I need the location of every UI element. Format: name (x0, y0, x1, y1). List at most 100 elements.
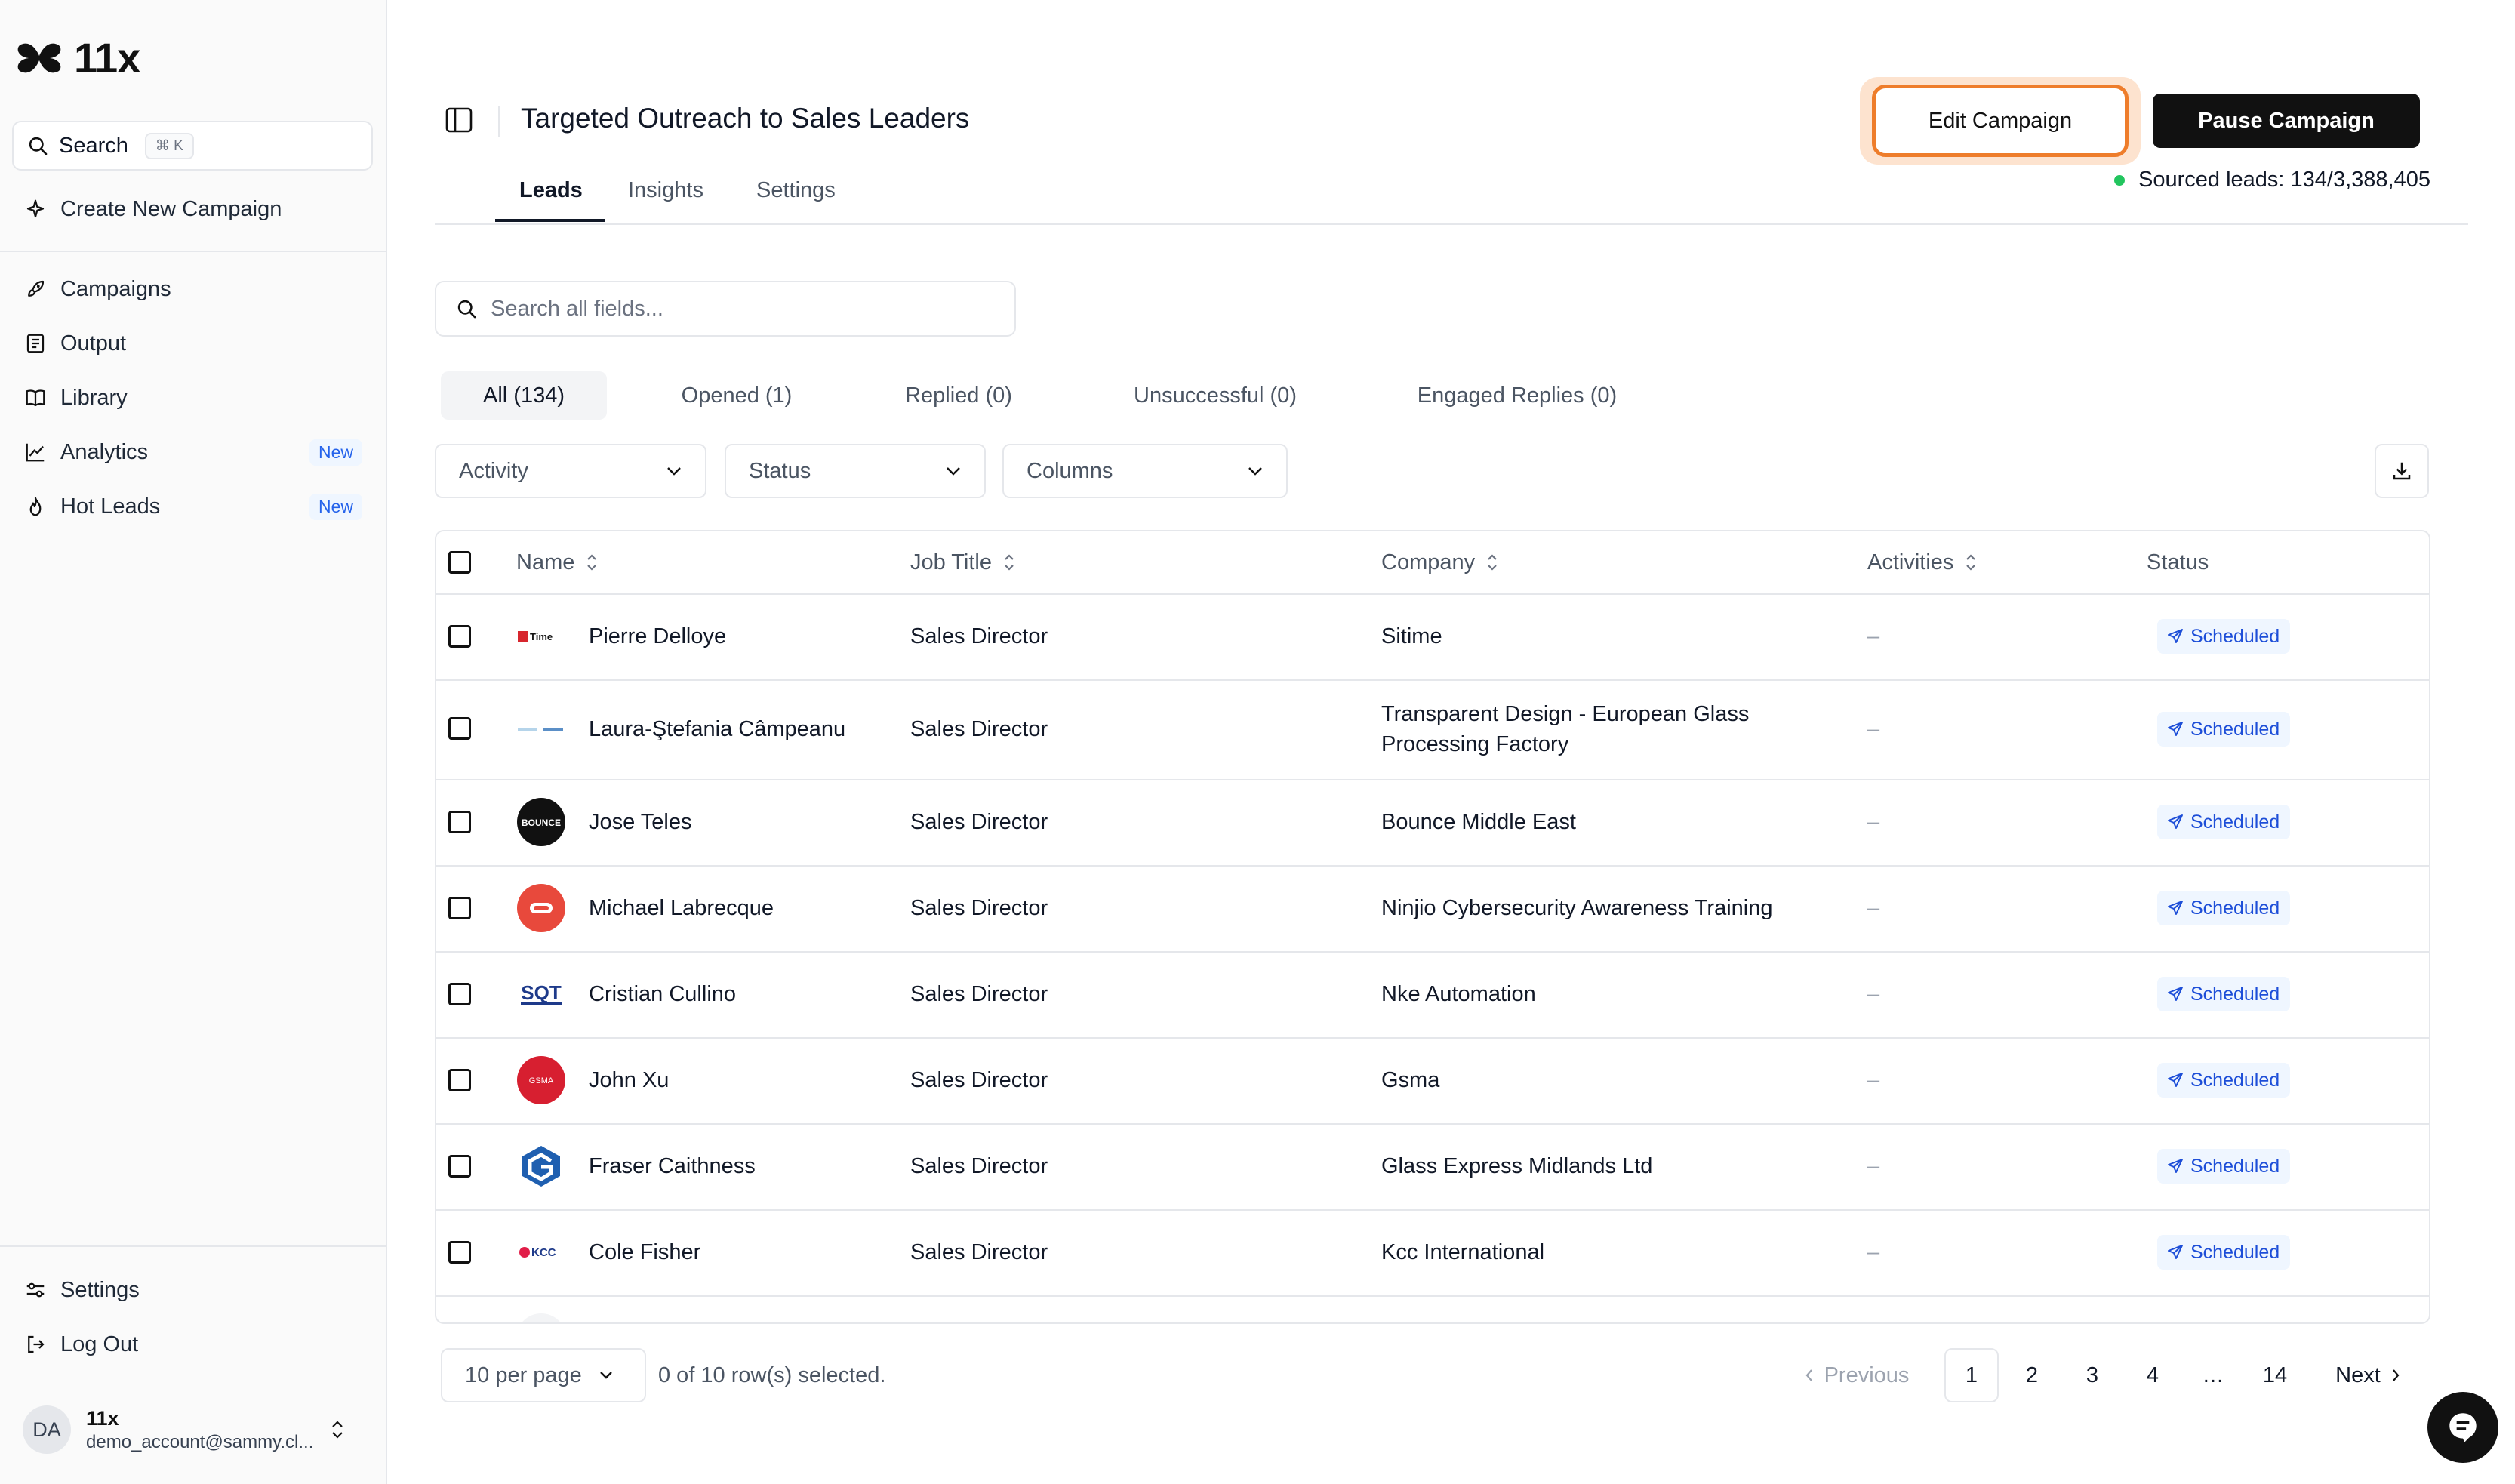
row-checkbox[interactable] (448, 1069, 471, 1091)
table-row[interactable]: KCC Cole Fisher Sales Director Kcc Inter… (436, 1209, 2429, 1297)
table-row[interactable]: Time Pierre Delloye Sales Director Sitim… (436, 593, 2429, 681)
column-header-job-title[interactable]: Job Title (910, 531, 1016, 593)
table-row[interactable]: BOUNCE Jose Teles Sales Director Bounce … (436, 779, 2429, 867)
rocket-icon (23, 276, 48, 302)
sidebar-toggle-icon (445, 107, 473, 133)
sidebar-item-output[interactable]: Output (23, 325, 126, 362)
row-checkbox[interactable] (448, 811, 471, 833)
sort-icon (587, 554, 597, 571)
table-row[interactable]: Fraser Caithness Sales Director Glass Ex… (436, 1123, 2429, 1211)
activity-dropdown[interactable]: Activity (435, 444, 706, 498)
table-row[interactable]: Michael Labrecque Sales Director Ninjio … (436, 865, 2429, 953)
account-switcher[interactable]: DA 11x demo_account@sammy.cl... (23, 1405, 346, 1454)
download-icon (2393, 462, 2411, 480)
next-label: Next (2335, 1362, 2381, 1387)
page-button-2[interactable]: 2 (2005, 1348, 2059, 1402)
tab-settings[interactable]: Settings (756, 178, 836, 203)
lead-job-title: Sales Director (910, 1239, 1048, 1264)
toggle-sidebar-button[interactable] (445, 107, 473, 133)
sidebar-item-label: Hot Leads (60, 494, 161, 519)
row-checkbox[interactable] (448, 1155, 471, 1178)
page-button-14[interactable]: 14 (2245, 1348, 2305, 1402)
row-checkbox[interactable] (448, 717, 471, 740)
column-header-label: Name (516, 550, 575, 574)
column-header-name[interactable]: Name (516, 531, 599, 593)
column-header-label: Status (2147, 550, 2209, 574)
table-row[interactable]: GSMA John Xu Sales Director Gsma – Sched… (436, 1037, 2429, 1125)
chat-support-button[interactable] (2427, 1392, 2498, 1463)
page-title: Targeted Outreach to Sales Leaders (521, 103, 970, 134)
row-checkbox[interactable] (448, 1241, 471, 1264)
page-button-4[interactable]: 4 (2126, 1348, 2180, 1402)
flame-icon (23, 494, 48, 519)
pause-campaign-button[interactable]: Pause Campaign (2153, 94, 2420, 148)
new-badge: New (309, 439, 362, 466)
table-row-partial[interactable] (436, 1295, 2429, 1322)
lead-company: Gsma (1381, 1068, 1440, 1092)
table-row[interactable]: Laura-Ştefania Câmpeanu Sales Director T… (436, 679, 2429, 780)
lead-company: Sitime (1381, 624, 1442, 648)
app-logo[interactable]: 11x (17, 33, 140, 82)
tab-leads[interactable]: Leads (519, 178, 583, 203)
search-input[interactable]: Search all fields... (435, 281, 1016, 337)
lead-name: Laura-Ştefania Câmpeanu (589, 716, 846, 741)
lead-activities: – (1867, 895, 1880, 920)
lead-name: Cristian Cullino (589, 981, 737, 1006)
chevron-down-icon (947, 467, 960, 476)
tab-insights[interactable]: Insights (628, 178, 703, 203)
sort-icon (1488, 554, 1497, 571)
download-button[interactable] (2375, 444, 2429, 498)
logout-button[interactable]: Log Out (23, 1325, 138, 1363)
sidebar-item-label: Settings (60, 1277, 140, 1302)
create-campaign-button[interactable]: Create New Campaign (23, 190, 282, 228)
sidebar-item-analytics[interactable]: Analytics New (23, 433, 362, 471)
lead-company: Transparent Design - European Glass Proc… (1381, 702, 1750, 756)
column-header-company[interactable]: Company (1381, 531, 1499, 593)
search-icon (457, 300, 476, 319)
logout-icon (23, 1332, 48, 1357)
sidebar-item-hot-leads[interactable]: Hot Leads New (23, 488, 362, 525)
sqt-logo: SQT (516, 969, 566, 1019)
status-badge: Scheduled (2157, 805, 2291, 839)
sidebar-item-settings[interactable]: Settings (23, 1271, 140, 1309)
sidebar-item-campaigns[interactable]: Campaigns (23, 270, 171, 308)
bounce-logo: BOUNCE (516, 797, 566, 847)
filter-tab-all[interactable]: All (134) (441, 371, 607, 420)
sidebar-item-library[interactable]: Library (23, 379, 128, 417)
filter-tab-replied[interactable]: Replied (0) (876, 371, 1042, 420)
sidebar-item-label: Output (60, 331, 127, 356)
columns-dropdown[interactable]: Columns (1002, 444, 1288, 498)
status-badge: Scheduled (2157, 891, 2291, 925)
sitime-logo: Time (516, 611, 566, 661)
filter-tab-unsuccessful[interactable]: Unsuccessful (0) (1117, 371, 1313, 420)
select-all-checkbox[interactable] (448, 551, 471, 574)
status-label: Scheduled (2190, 1241, 2280, 1263)
status-label: Scheduled (2190, 811, 2280, 833)
columns-dropdown-label: Columns (1027, 458, 1113, 483)
edit-campaign-button[interactable]: Edit Campaign (1872, 85, 2129, 157)
table-header: Name Job Title Company Activities Status (436, 531, 2429, 595)
per-page-select[interactable]: 10 per page (441, 1348, 646, 1402)
document-icon (23, 331, 48, 356)
filter-tab-opened[interactable]: Opened (1) (654, 371, 820, 420)
page-button-1[interactable]: 1 (1944, 1348, 1999, 1402)
sourced-leads-status: Sourced leads: 134/3,388,405 (2114, 168, 2430, 192)
header-divider (435, 223, 2468, 225)
row-checkbox[interactable] (448, 625, 471, 648)
status-dropdown[interactable]: Status (725, 444, 986, 498)
lead-company: Kcc International (1381, 1240, 1545, 1264)
column-header-activities[interactable]: Activities (1867, 531, 1978, 593)
row-checkbox[interactable] (448, 897, 471, 919)
next-page-button[interactable]: Next (2319, 1348, 2417, 1402)
search-placeholder: Search all fields... (491, 296, 663, 321)
lead-activities: – (1867, 716, 1880, 741)
row-checkbox[interactable] (448, 983, 471, 1005)
book-icon (23, 385, 48, 411)
status-label: Scheduled (2190, 983, 2280, 1005)
lead-company: Ninjio Cybersecurity Awareness Training (1381, 896, 1773, 920)
page-button-3[interactable]: 3 (2065, 1348, 2119, 1402)
sidebar-search[interactable]: Search ⌘ K (12, 121, 373, 171)
previous-page-button[interactable]: Previous (1796, 1348, 1917, 1402)
table-row[interactable]: SQT Cristian Cullino Sales Director Nke … (436, 951, 2429, 1039)
filter-tab-engaged-replies[interactable]: Engaged Replies (0) (1404, 371, 1630, 420)
